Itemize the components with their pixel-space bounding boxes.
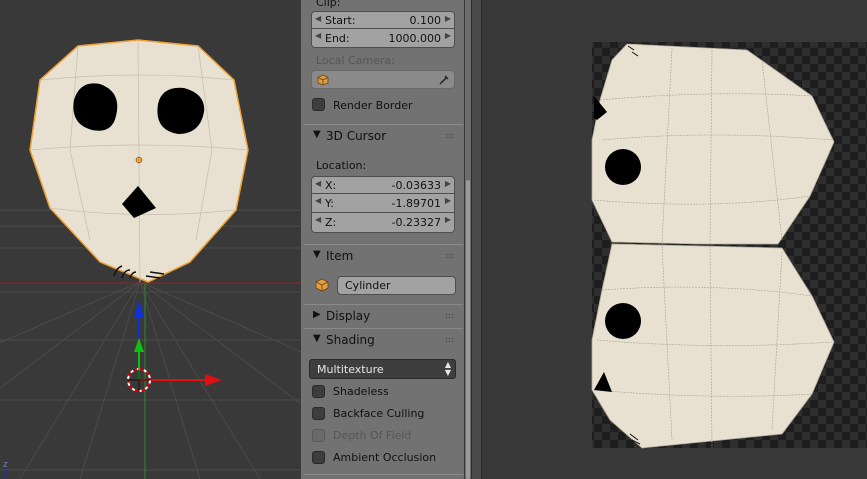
area-divider[interactable] [471,0,482,479]
drag-grip-icon[interactable] [445,313,455,319]
expanded-triangle-icon: ▼ [313,129,321,140]
clip-start-field[interactable]: ◀ Start: 0.100 ▶ [311,11,455,29]
local-camera-field[interactable] [311,70,455,89]
scrollbar-thumb[interactable] [466,180,470,479]
expanded-triangle-icon: ▼ [313,333,321,344]
ambient-occlusion-label: Ambient Occlusion [333,451,437,464]
decrement-icon[interactable]: ◀ [315,196,321,205]
axis-indicator-label: z [3,460,8,470]
uv-eye-bottom [605,303,641,339]
backface-culling-checkbox[interactable] [312,407,325,420]
backface-culling-label: Backface Culling [333,407,425,420]
axis-indicator [3,469,8,479]
cursor-y-field[interactable]: ◀ Y: -1.89701 ▶ [311,194,455,213]
item-panel-header[interactable]: ▼ Item [304,244,463,267]
cursor-x-field[interactable]: ◀ X: -0.03633 ▶ [311,176,455,194]
uv-eye-top [605,149,641,185]
uv-canvas [591,42,867,449]
depth-of-field-label: Depth Of Field [333,429,412,442]
shading-mode-select[interactable]: Multitexture ▲ ▼ [309,359,456,379]
expanded-triangle-icon: ▼ [313,249,321,260]
clip-label: Clip: [316,0,341,9]
uv-image-editor[interactable] [482,0,867,479]
x-axis-arrow-icon [205,374,222,386]
increment-icon[interactable]: ▶ [445,31,451,40]
object-cube-icon [315,278,329,292]
object-origin[interactable] [135,156,143,164]
shading-panel-header[interactable]: ▼ Shading [304,328,463,351]
render-border-label: Render Border [333,99,413,112]
location-label: Location: [316,159,367,172]
depth-of-field-checkbox [312,429,325,442]
ambient-occlusion-checkbox[interactable] [312,451,325,464]
cursor-z-field[interactable]: ◀ Z: -0.23327 ▶ [311,213,455,233]
increment-icon[interactable]: ▶ [445,14,451,23]
decrement-icon[interactable]: ◀ [315,31,321,40]
display-panel-header[interactable]: ▶ Display [304,304,463,327]
drag-grip-icon[interactable] [445,253,455,259]
left-eye [73,83,118,131]
local-camera-label: Local Camera: [316,54,395,67]
cursor-panel-header[interactable]: ▼ 3D Cursor [304,124,463,147]
eyedropper-icon[interactable] [438,74,450,86]
object-name-field[interactable]: Cylinder [337,276,456,295]
collapsed-triangle-icon: ▶ [313,309,321,320]
up-down-arrows-icon: ▲ ▼ [444,360,451,377]
transform-gizmo[interactable] [127,300,222,392]
panel-separator [304,474,463,475]
cube-icon [317,74,329,86]
increment-icon[interactable]: ▶ [445,196,451,205]
decrement-icon[interactable]: ◀ [315,215,321,224]
3d-viewport[interactable]: z [0,0,301,479]
z-axis-arrow-icon [134,300,144,318]
shadeless-label: Shadeless [333,385,389,398]
decrement-icon[interactable]: ◀ [315,14,321,23]
render-border-checkbox[interactable] [312,98,325,111]
increment-icon[interactable]: ▶ [445,215,451,224]
clip-end-field[interactable]: ◀ End: 1000.000 ▶ [311,29,455,48]
increment-icon[interactable]: ▶ [445,179,451,188]
drag-grip-icon[interactable] [445,337,455,343]
viewport-scene [0,39,301,479]
decrement-icon[interactable]: ◀ [315,179,321,188]
drag-grip-icon[interactable] [445,133,455,139]
shadeless-checkbox[interactable] [312,385,325,398]
